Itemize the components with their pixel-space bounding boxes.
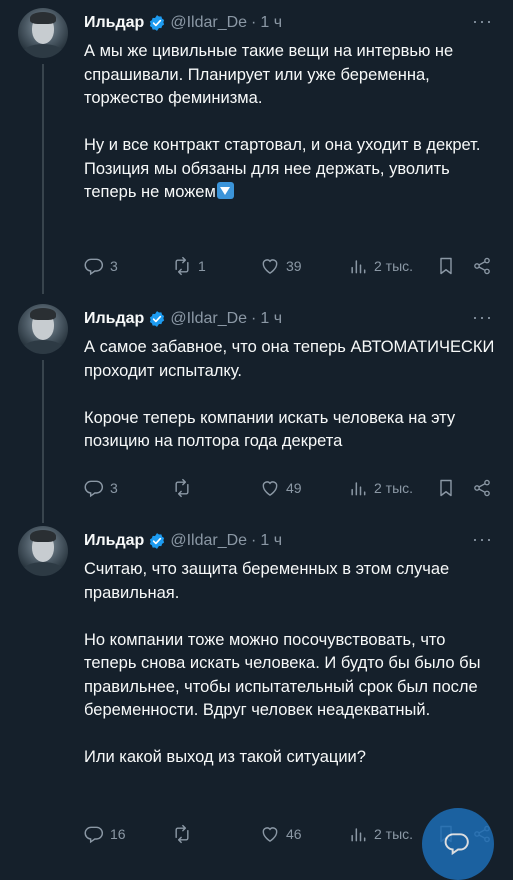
views-count: 2 тыс. (374, 258, 414, 274)
views-button[interactable]: 2 тыс. (348, 476, 413, 500)
tweet-paragraph: Ну и все контракт стартовал, и она уходи… (84, 136, 481, 154)
like-button[interactable]: 49 (260, 476, 302, 500)
share-button[interactable] (472, 476, 492, 500)
more-icon[interactable]: ··· (472, 12, 493, 30)
views-icon (351, 828, 366, 842)
tweet[interactable]: Ильдар @Ildar_De · 1 ч ··· Считаю, что з… (0, 526, 513, 856)
tweet-text: А мы же цивильные такие вещи на интервью… (84, 40, 499, 205)
reply-count: 16 (110, 826, 126, 842)
author-handle[interactable]: @Ildar_De (170, 14, 247, 32)
share-button[interactable] (472, 254, 492, 278)
retweet-icon (175, 256, 189, 276)
avatar[interactable] (18, 526, 68, 576)
bookmark-icon (440, 257, 452, 275)
avatar[interactable] (18, 304, 68, 354)
separator-dot: · (251, 532, 257, 549)
heart-icon (262, 481, 278, 496)
verified-badge-icon (150, 533, 165, 549)
author-handle[interactable]: @Ildar_De (170, 532, 247, 550)
tweet[interactable]: Ильдар @Ildar_De · 1 ч ··· А мы же цивил… (0, 8, 513, 294)
tweet-text: Считаю, что защита беременных в этом слу… (84, 558, 499, 770)
tweet-paragraph: Или какой выход из такой ситуации? (84, 748, 366, 766)
views-button[interactable]: 2 тыс. (348, 254, 413, 278)
reply-button[interactable]: 16 (84, 822, 126, 846)
tweet-paragraph-text: Позиция мы обязаны для нее держать, увол… (84, 159, 450, 202)
reply-icon (84, 480, 104, 498)
like-button[interactable]: 39 (260, 254, 302, 278)
retweet-button[interactable]: 1 (172, 254, 206, 278)
retweet-icon (175, 824, 189, 844)
heart-icon (262, 827, 278, 842)
reply-button[interactable]: 3 (84, 254, 118, 278)
bookmark-icon (440, 479, 452, 497)
tweet-paragraph: Позиция мы обязаны для нее держать, увол… (84, 158, 499, 205)
views-count: 2 тыс. (374, 826, 414, 842)
avatar[interactable] (18, 8, 68, 58)
author-name[interactable]: Ильдар (84, 310, 144, 328)
tweet-text: А самое забавное, что она теперь АВТОМАТ… (84, 336, 499, 454)
separator-dot: · (251, 310, 257, 327)
views-count: 2 тыс. (374, 480, 414, 496)
action-bar: 3 1 39 2 тыс. (84, 254, 499, 278)
author-name[interactable]: Ильдар (84, 14, 144, 32)
timestamp[interactable]: 1 ч (260, 532, 282, 550)
like-count: 49 (286, 480, 302, 496)
author-handle[interactable]: @Ildar_De (170, 310, 247, 328)
retweet-button[interactable] (172, 822, 198, 846)
tweet-paragraph: Но компании тоже можно посочувствовать, … (84, 630, 481, 720)
bookmark-button[interactable] (436, 254, 456, 278)
more-icon[interactable]: ··· (472, 530, 493, 548)
reply-count: 3 (110, 258, 118, 274)
tweet-paragraph: Короче теперь компании искать человека н… (84, 408, 456, 451)
like-count: 39 (286, 258, 302, 274)
thread-line (42, 360, 44, 523)
floating-action-button[interactable] (422, 808, 494, 880)
heart-icon (262, 259, 278, 274)
more-icon[interactable]: ··· (472, 308, 493, 326)
tweet-header: Ильдар @Ildar_De · 1 ч (84, 308, 282, 330)
tweet-header: Ильдар @Ildar_De · 1 ч (84, 12, 282, 34)
verified-badge-icon (150, 15, 165, 31)
views-icon (351, 260, 366, 274)
like-count: 46 (286, 826, 302, 842)
tweet-header: Ильдар @Ildar_De · 1 ч (84, 530, 282, 552)
timestamp[interactable]: 1 ч (260, 310, 282, 328)
thread-line (42, 64, 44, 294)
retweet-button[interactable] (172, 476, 198, 500)
author-name[interactable]: Ильдар (84, 532, 144, 550)
tweet-paragraph: А мы же цивильные такие вещи на интервью… (84, 42, 454, 107)
retweet-icon (175, 478, 189, 498)
views-button[interactable]: 2 тыс. (348, 822, 413, 846)
share-icon (474, 257, 490, 275)
share-icon (474, 479, 490, 497)
reply-icon (84, 826, 104, 844)
action-bar: 3 49 2 тыс. (84, 476, 499, 500)
reply-icon (444, 833, 469, 856)
tweet-paragraph: А самое забавное, что она теперь АВТОМАТ… (84, 338, 495, 380)
timestamp[interactable]: 1 ч (260, 14, 282, 32)
tweet-paragraph: Считаю, что защита беременных в этом слу… (84, 560, 450, 602)
bookmark-button[interactable] (436, 476, 456, 500)
reply-count: 3 (110, 480, 118, 496)
like-button[interactable]: 46 (260, 822, 302, 846)
reply-icon (84, 258, 104, 276)
retweet-count: 1 (198, 258, 206, 274)
views-icon (351, 482, 366, 496)
reply-button[interactable]: 3 (84, 476, 118, 500)
verified-badge-icon (150, 311, 165, 327)
down-arrow-emoji-icon (216, 182, 234, 199)
separator-dot: · (251, 14, 257, 31)
tweet[interactable]: Ильдар @Ildar_De · 1 ч ··· А самое забав… (0, 304, 513, 523)
